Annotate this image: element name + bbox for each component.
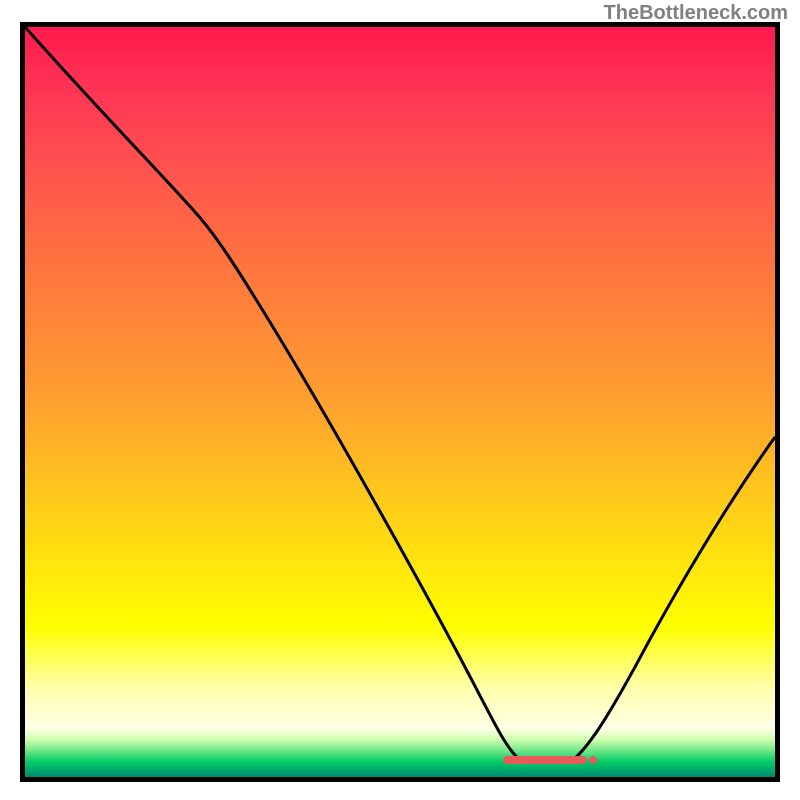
bottleneck-curve-line <box>25 27 775 760</box>
watermark-text: TheBottleneck.com <box>604 2 788 25</box>
chart-plot-area <box>25 27 775 777</box>
chart-frame <box>20 22 780 782</box>
chart-container: TheBottleneck.com <box>0 0 800 800</box>
curve-svg <box>25 27 775 777</box>
optimal-range-end-dot <box>589 756 597 764</box>
